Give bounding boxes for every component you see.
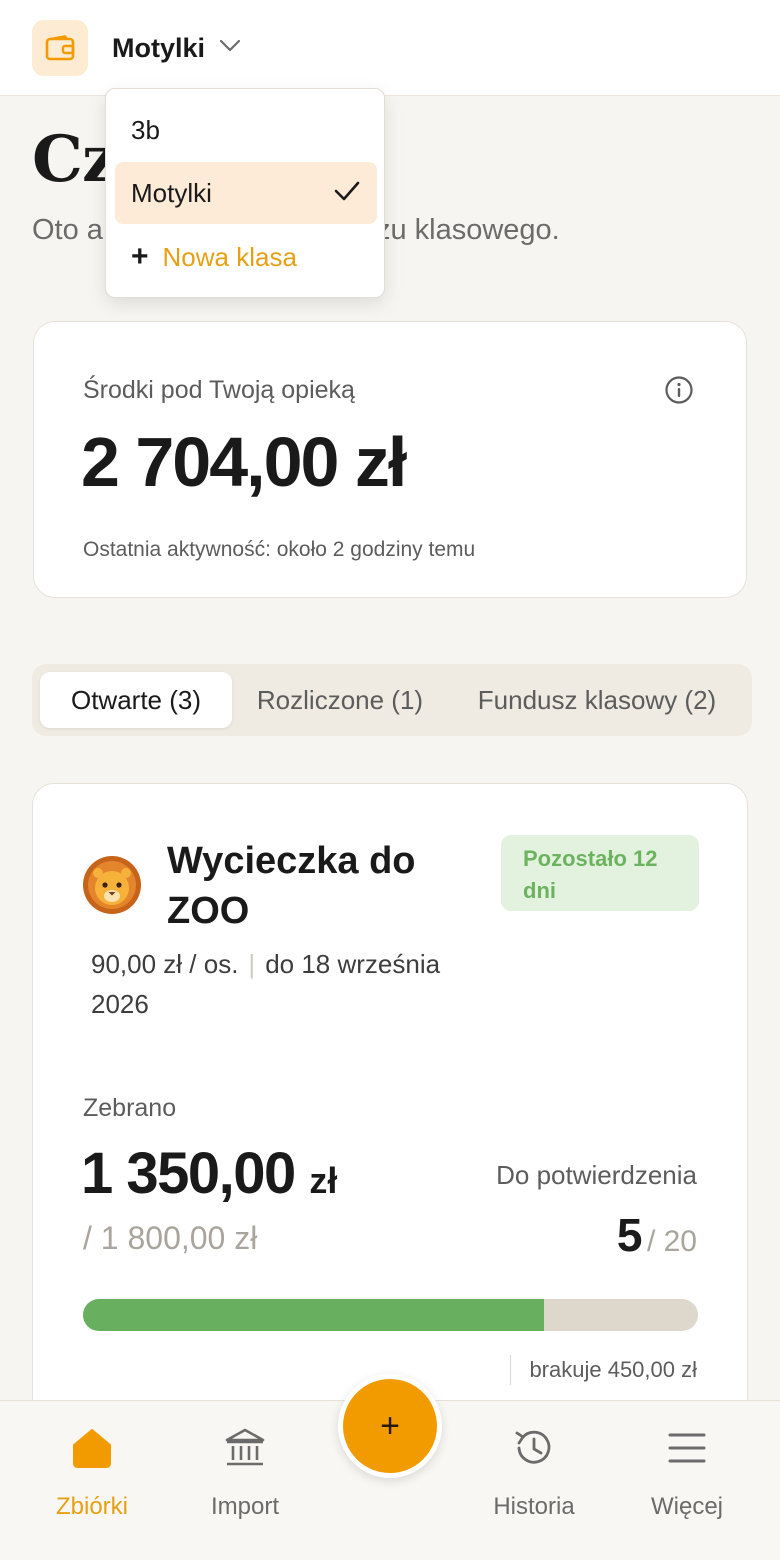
wallet-icon[interactable] — [32, 20, 88, 76]
collection-meta: 90,00 zł / os. | do 18 września 2026 — [91, 949, 441, 1019]
collected-value: 1 350,00 — [81, 1141, 296, 1206]
collected-label: Zebrano — [83, 1094, 177, 1122]
progress-bar — [83, 1299, 698, 1331]
collected-currency: zł — [309, 1160, 338, 1201]
check-icon — [333, 179, 361, 210]
nav-label: Import — [210, 1493, 279, 1520]
class-selector[interactable]: Motylki — [112, 30, 241, 66]
nav-label: Historia — [493, 1493, 575, 1520]
home-icon — [70, 1423, 114, 1473]
menu-icon — [667, 1423, 707, 1473]
dropdown-item-3b[interactable]: 3b — [115, 99, 377, 161]
new-class-button[interactable]: + Nowa klasa — [115, 226, 377, 288]
target-amount: / 1 800,00 zł — [83, 1220, 258, 1256]
plus-icon: + — [131, 240, 149, 273]
collection-tabs: Otwarte (3) Rozliczone (1) Fundusz klaso… — [32, 664, 752, 736]
info-icon[interactable] — [664, 375, 694, 410]
confirm-count-value: 5 — [616, 1209, 643, 1261]
collected-amount: 1 350,00 zł — [81, 1140, 337, 1207]
nav-item-import[interactable]: Import — [170, 1423, 320, 1521]
nav-label: Więcej — [650, 1493, 723, 1520]
nav-item-zbiorki[interactable]: Zbiórki — [17, 1423, 167, 1521]
lion-icon — [81, 854, 143, 916]
days-left-badge: Pozostało 12 dni — [501, 835, 699, 911]
price-per-person: 90,00 zł / os. — [91, 949, 239, 979]
page-subtitle-right: zu klasowego. — [375, 214, 560, 246]
bank-icon — [223, 1423, 267, 1473]
class-dropdown-menu: 3b Motylki + Nowa klasa — [105, 88, 385, 298]
tab-open[interactable]: Otwarte (3) — [40, 672, 232, 728]
top-bar: Motylki — [0, 0, 780, 96]
progress-fill — [83, 1299, 545, 1331]
class-selector-label: Motylki — [112, 32, 206, 63]
nav-label: Zbiórki — [55, 1493, 128, 1520]
collection-title: Wycieczka do ZOO — [167, 840, 416, 932]
confirm-label: Do potwierdzenia — [496, 1160, 697, 1190]
dropdown-item-label: 3b — [131, 114, 160, 145]
nav-item-historia[interactable]: Historia — [459, 1423, 609, 1521]
new-class-label: Nowa klasa — [162, 241, 297, 272]
dropdown-item-label: Motylki — [131, 177, 212, 208]
balance-card: Środki pod Twoją opieką 2 704,00 zł Osta… — [33, 321, 747, 598]
confirm-count: 5 / 20 — [617, 1208, 697, 1262]
add-collection-button[interactable]: + — [338, 1374, 442, 1478]
missing-amount: brakuje 450,00 zł — [510, 1355, 697, 1385]
balance-amount: 2 704,00 zł — [81, 423, 407, 501]
nav-item-wiecej[interactable]: Więcej — [612, 1423, 762, 1521]
confirm-count-total: / 20 — [646, 1225, 697, 1258]
page-subtitle-left: Oto a — [32, 214, 103, 246]
history-icon — [511, 1423, 557, 1473]
last-activity: Ostatnia aktywność: około 2 godziny temu — [83, 538, 476, 561]
tab-settled[interactable]: Rozliczone (1) — [240, 672, 440, 728]
dropdown-item-motylki[interactable]: Motylki — [115, 162, 377, 224]
tab-class-fund[interactable]: Fundusz klasowy (2) — [456, 672, 738, 728]
chevron-down-icon — [219, 39, 241, 58]
balance-label: Środki pod Twoją opieką — [83, 376, 355, 404]
